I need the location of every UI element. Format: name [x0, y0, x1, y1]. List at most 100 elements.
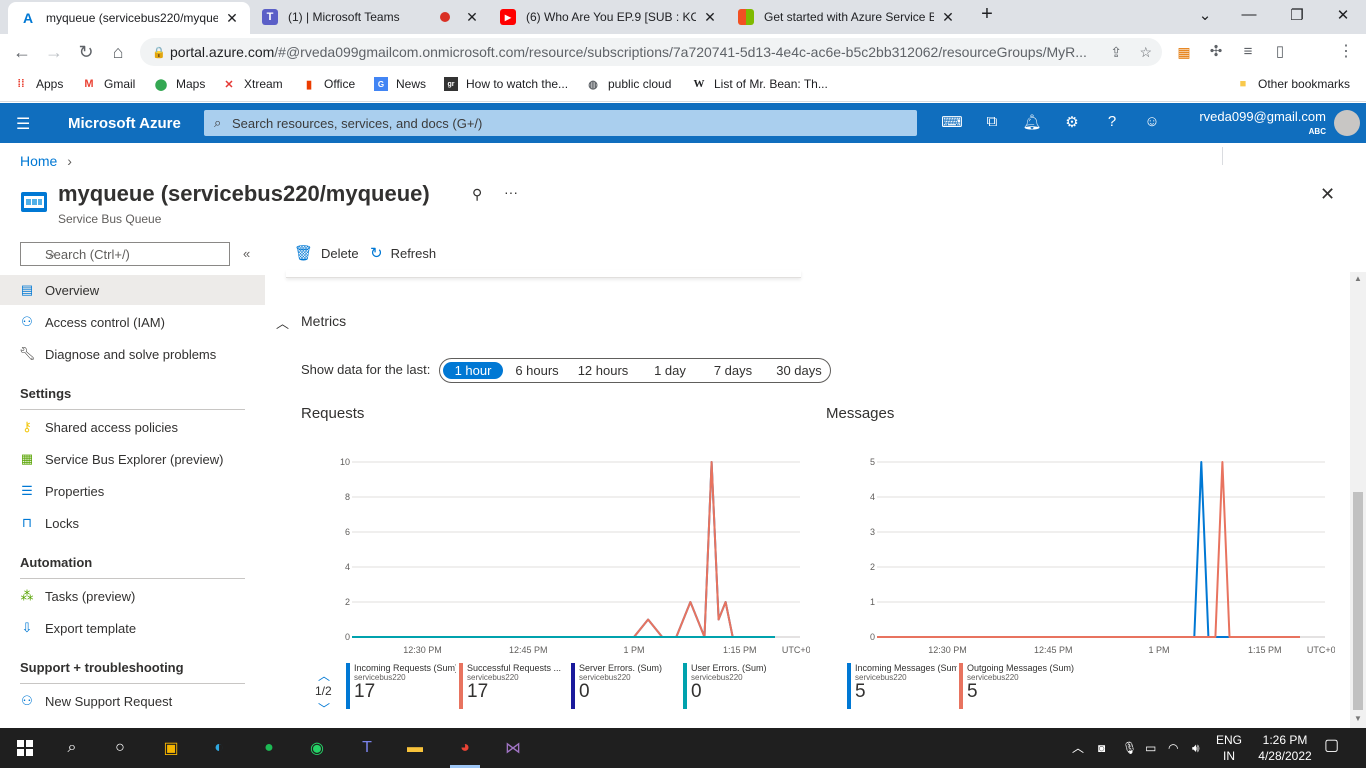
- series-line-0[interactable]: [877, 461, 1300, 638]
- resource-menu-search[interactable]: ⌕ Search (Ctrl+/): [20, 242, 230, 266]
- restore-icon[interactable]: ❐: [1282, 6, 1312, 24]
- extensions-puzzle-icon[interactable]: ✣: [1204, 41, 1228, 63]
- content-scrollbar[interactable]: ▲ ▼: [1350, 272, 1366, 728]
- bookmark-public-cloud[interactable]: ◍ public cloud: [586, 77, 671, 91]
- reload-icon[interactable]: ↻: [74, 41, 98, 63]
- legend-server-errors[interactable]: Server Errors. (Sum) servicebus220 0: [571, 663, 681, 711]
- series-line-0[interactable]: [352, 461, 775, 638]
- battery-icon[interactable]: ▭: [1145, 740, 1156, 756]
- windows-start-icon[interactable]: [10, 734, 40, 762]
- close-tab-icon[interactable]: ✕: [224, 10, 240, 27]
- legend-outgoing-messages[interactable]: Outgoing Messages (Sum) servicebus220 5: [959, 663, 1087, 711]
- nav-export-template[interactable]: ⇩ Export template: [0, 613, 265, 643]
- breadcrumb-home[interactable]: Home: [20, 153, 57, 169]
- global-search-input[interactable]: ⌕ Search resources, services, and docs (…: [204, 110, 917, 136]
- range-1-hour[interactable]: 1 hour: [443, 362, 503, 379]
- nav-shared-access-policies[interactable]: ⚷ Shared access policies: [0, 412, 265, 442]
- legend-incoming-messages[interactable]: Incoming Messages (Sum) servicebus220 5: [847, 663, 957, 711]
- chevron-up-icon[interactable]: ︿: [276, 313, 289, 332]
- tab-microsoft-docs[interactable]: Get started with Azure Service Bu ✕: [726, 0, 966, 34]
- nav-overview[interactable]: ▤ Overview: [0, 275, 265, 305]
- new-tab-icon[interactable]: +: [972, 3, 1002, 26]
- metrics-header[interactable]: Metrics: [301, 313, 346, 329]
- nav-locks[interactable]: ⊓ Locks: [0, 508, 265, 538]
- feedback-icon[interactable]: ☺: [1141, 113, 1163, 133]
- pin-icon[interactable]: ⚲: [472, 186, 482, 203]
- microphone-icon[interactable]: 🎙︎: [1122, 740, 1137, 756]
- search-icon[interactable]: ⌕: [57, 734, 87, 762]
- nav-properties[interactable]: ☰ Properties: [0, 476, 265, 506]
- cortana-icon[interactable]: ○: [105, 734, 135, 762]
- range-30-days[interactable]: 30 days: [770, 362, 828, 379]
- file-explorer-icon[interactable]: ▬: [400, 734, 430, 762]
- wifi-icon[interactable]: ◠: [1168, 740, 1178, 756]
- chrome-menu-icon[interactable]: ⋮: [1334, 41, 1358, 63]
- bookmark-how-to-watch[interactable]: gr How to watch the...: [444, 77, 568, 91]
- requests-chart[interactable]: 0 2 4 6 8 10 12:30 PM 12:45 PM 1 PM 1:15 PM UTC+05…: [300, 450, 810, 660]
- help-icon[interactable]: ?: [1101, 113, 1123, 133]
- collapse-menu-icon[interactable]: «: [243, 246, 250, 261]
- range-7-days[interactable]: 7 days: [706, 362, 760, 379]
- close-window-icon[interactable]: ✕: [1328, 6, 1358, 24]
- edge-icon[interactable]: ◐: [204, 734, 234, 762]
- nav-access-control[interactable]: ⚇ Access control (IAM): [0, 307, 265, 337]
- teams-icon[interactable]: T: [352, 734, 382, 762]
- user-avatar[interactable]: [1334, 110, 1360, 136]
- visual-studio-icon[interactable]: ⋈: [498, 734, 528, 762]
- home-icon[interactable]: ⌂: [106, 41, 130, 63]
- input-language[interactable]: ENG IN: [1214, 732, 1244, 764]
- settings-gear-icon[interactable]: ⚙: [1061, 113, 1083, 133]
- photos-app-icon[interactable]: ▣: [156, 734, 186, 762]
- tab-search-icon[interactable]: ⌄: [1190, 6, 1220, 24]
- messages-chart[interactable]: 0 1 2 3 4 5 12:30 PM 12:45 PM 1 PM 1:15 PM UTC+05:…: [825, 450, 1335, 660]
- legend-next-icon[interactable]: ﹀: [318, 700, 330, 717]
- chrome-icon[interactable]: ◕: [450, 734, 480, 762]
- nav-service-bus-explorer[interactable]: ▦ Service Bus Explorer (preview): [0, 444, 265, 474]
- scroll-up-icon[interactable]: ▲: [1354, 274, 1362, 283]
- legend-prev-icon[interactable]: ︿: [318, 667, 330, 684]
- refresh-button[interactable]: ↻ Refresh: [370, 244, 436, 262]
- bookmark-gmail[interactable]: M Gmail: [82, 77, 135, 91]
- close-tab-icon[interactable]: ✕: [940, 9, 956, 26]
- tab-teams[interactable]: T (1) | Microsoft Teams ✕: [250, 0, 490, 34]
- close-tab-icon[interactable]: ✕: [464, 9, 480, 26]
- bookmark-apps[interactable]: ⁞⁞ Apps: [14, 77, 63, 91]
- series-line-1[interactable]: [877, 461, 1300, 638]
- directory-filter-icon[interactable]: ⧉: [981, 113, 1003, 133]
- bookmark-news[interactable]: G News: [374, 77, 426, 91]
- bookmark-maps[interactable]: ⬤ Maps: [154, 77, 206, 91]
- user-email[interactable]: rveda099@gmail.com: [1180, 109, 1326, 124]
- extension-grid-icon[interactable]: ▦: [1172, 41, 1196, 63]
- back-icon[interactable]: ←: [10, 41, 34, 63]
- hamburger-menu-icon[interactable]: ☰: [16, 114, 30, 134]
- bookmark-xtream[interactable]: ✕ Xtream: [222, 77, 282, 91]
- bookmark-office[interactable]: ▮ Office: [302, 77, 355, 91]
- tab-azure[interactable]: A myqueue (servicebus220/myque ✕: [8, 2, 250, 34]
- share-icon[interactable]: ⇪: [1110, 44, 1122, 61]
- delete-button[interactable]: 🗑︎ Delete: [294, 244, 359, 262]
- nav-tasks[interactable]: ⁂ Tasks (preview): [0, 581, 265, 611]
- volume-icon[interactable]: 🔊︎: [1192, 740, 1200, 756]
- scroll-down-icon[interactable]: ▼: [1354, 714, 1362, 723]
- range-1-day[interactable]: 1 day: [646, 362, 694, 379]
- tab-youtube[interactable]: ▶ (6) Who Are You EP.9 [SUB : KOR, ✕: [488, 0, 728, 34]
- address-bar[interactable]: 🔒 portal.azure.com/#@rveda099gmailcom.on…: [140, 38, 1162, 66]
- series-line-1[interactable]: [352, 461, 775, 638]
- notification-center-icon[interactable]: ▢: [1324, 738, 1339, 754]
- close-tab-icon[interactable]: ✕: [702, 9, 718, 26]
- cloud-shell-icon[interactable]: ⌨: [941, 113, 963, 133]
- clock[interactable]: 1:26 PM 4/28/2022: [1252, 732, 1318, 764]
- meet-now-icon[interactable]: ◙: [1098, 740, 1105, 756]
- azure-brand[interactable]: Microsoft Azure: [68, 115, 181, 132]
- legend-incoming-requests[interactable]: Incoming Requests (Sum) servicebus220 17: [346, 663, 456, 711]
- scrollbar-thumb[interactable]: [1353, 492, 1363, 710]
- nav-new-support-request[interactable]: ⚇ New Support Request: [0, 686, 265, 716]
- forward-icon[interactable]: →: [42, 41, 66, 63]
- notifications-bell-icon[interactable]: 🔔︎: [1021, 113, 1043, 133]
- more-options-icon[interactable]: ···: [504, 184, 518, 200]
- bookmark-mr-bean[interactable]: W List of Mr. Bean: Th...: [692, 77, 828, 91]
- close-blade-icon[interactable]: ✕: [1320, 184, 1335, 205]
- bookmark-star-icon[interactable]: ☆: [1139, 44, 1152, 61]
- side-panel-icon[interactable]: ▯: [1268, 41, 1292, 63]
- other-bookmarks[interactable]: ■ Other bookmarks: [1236, 77, 1350, 91]
